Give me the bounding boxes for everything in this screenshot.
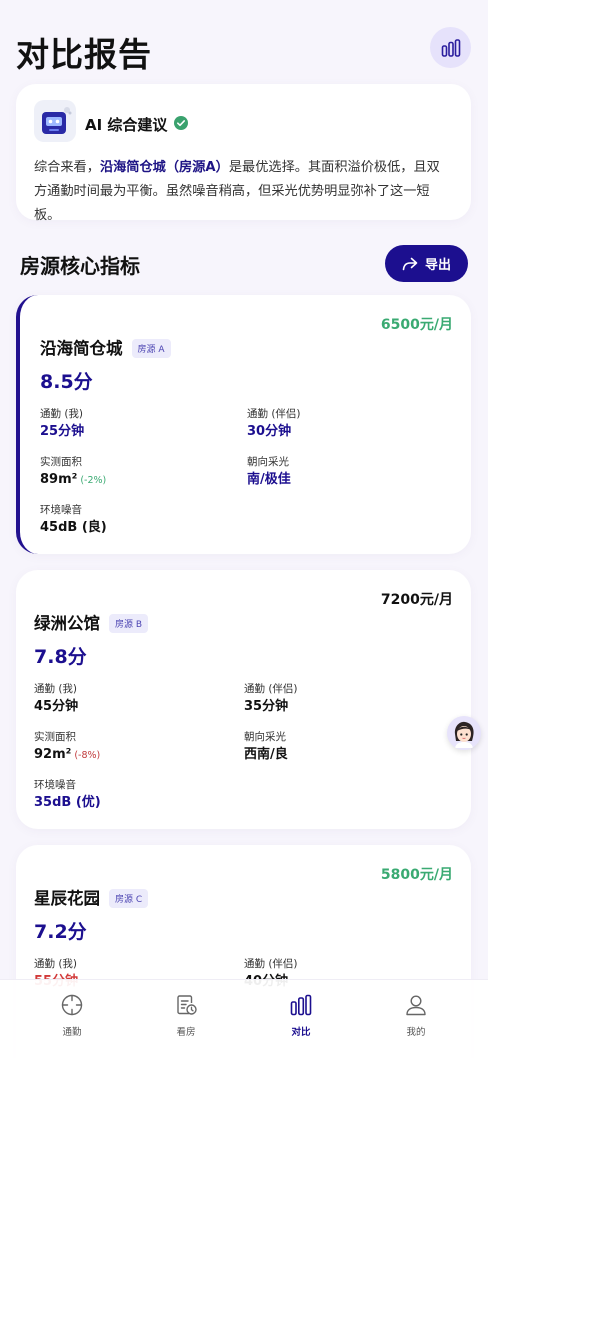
- bar-chart-icon: [290, 994, 312, 1016]
- metric-commute-partner: 通勤 (伴侣) 30分钟: [247, 407, 301, 441]
- listing-card-b[interactable]: 7200元/月 绿洲公馆 房源 B 7.8分 通勤 (我) 45分钟 通勤 (伴侣…: [16, 570, 471, 829]
- metric-area: 实测面积 89m² (-2%): [40, 455, 106, 490]
- metric-label: 环境噪音: [40, 504, 82, 516]
- listing-name: 沿海简仓城 房源 A: [40, 335, 171, 359]
- area-note: (-8%): [74, 750, 101, 761]
- listing-score: 7.2分: [34, 921, 87, 943]
- nav-item-compare[interactable]: 对比: [261, 992, 341, 1038]
- chart-view-button[interactable]: [430, 27, 471, 68]
- listing-tag: 房源 B: [109, 614, 149, 633]
- metric-light: 朝向采光 西南/良: [244, 730, 288, 764]
- metric-commute-me: 通勤 (我) 25分钟: [40, 407, 84, 441]
- nav-item-viewing[interactable]: 看房: [146, 992, 226, 1038]
- listing-price: 6500元/月: [380, 317, 453, 333]
- listing-price: 5800元/月: [380, 867, 453, 883]
- listing-name-text: 沿海简仓城: [40, 339, 123, 358]
- area-value: 89m²: [40, 472, 78, 487]
- nav-label: 通勤: [62, 1027, 82, 1038]
- crosshair-icon: [61, 994, 83, 1016]
- listing-name-text: 星辰花园: [34, 889, 100, 908]
- section-title: 房源核心指标: [20, 254, 140, 278]
- metric-value: 89m² (-2%): [40, 470, 106, 490]
- listing-score: 7.8分: [34, 646, 87, 668]
- metric-label: 朝向采光: [247, 456, 289, 468]
- share-icon: [402, 257, 418, 270]
- metric-value: 西南/良: [244, 747, 288, 762]
- listing-price: 7200元/月: [380, 592, 453, 608]
- phone-screen: 对比报告 AI 综合建议 综合来看，沿海简仓城（房源A）是最优选择。其面积溢价极: [0, 0, 488, 1058]
- metric-noise: 环境噪音 35dB (优): [34, 778, 101, 812]
- metric-value: 92m² (-8%): [34, 745, 100, 765]
- assistant-avatar-icon: [454, 721, 474, 748]
- listing-tag: 房源 A: [131, 339, 171, 358]
- metric-label: 通勤 (伴侣): [244, 958, 298, 970]
- nav-label: 我的: [406, 1027, 426, 1038]
- listing-tag: 房源 C: [109, 889, 149, 908]
- metric-value: 35dB (优): [34, 795, 101, 810]
- verified-check-icon: [174, 116, 188, 130]
- user-icon: [406, 995, 426, 1016]
- nav-item-profile[interactable]: 我的: [376, 992, 456, 1038]
- export-button-label: 导出: [424, 258, 451, 273]
- ai-suggestion-text: 综合来看，沿海简仓城（房源A）是最优选择。其面积溢价极低，且双方通勤时间最为平衡…: [34, 156, 452, 228]
- listing-name: 星辰花园 房源 C: [34, 885, 149, 909]
- metric-commute-me: 通勤 (我) 45分钟: [34, 682, 78, 716]
- export-button[interactable]: 导出: [385, 245, 468, 282]
- metric-label: 通勤 (伴侣): [244, 683, 298, 695]
- robot-icon: [42, 107, 72, 134]
- area-note: (-2%): [80, 475, 107, 486]
- metric-commute-partner: 通勤 (伴侣) 35分钟: [244, 682, 298, 716]
- bottom-nav: 通勤 看房 对比 我的: [0, 979, 488, 1058]
- metric-label: 实测面积: [40, 456, 82, 468]
- metric-value: 南/极佳: [247, 472, 291, 487]
- ai-suggestion-title: AI 综合建议: [85, 116, 168, 134]
- listing-name-text: 绿洲公馆: [34, 614, 100, 633]
- ai-robot-avatar: [34, 100, 76, 142]
- metric-value: 35分钟: [244, 699, 289, 714]
- metric-label: 环境噪音: [34, 779, 76, 791]
- metric-label: 实测面积: [34, 731, 76, 743]
- metric-value: 45分钟: [34, 699, 79, 714]
- metric-noise: 环境噪音 45dB (良): [40, 503, 107, 537]
- ai-summary-highlight: 沿海简仓城（房源A）: [99, 160, 229, 175]
- metric-label: 通勤 (我): [34, 683, 78, 695]
- listing-score: 8.5分: [40, 371, 93, 393]
- area-value: 92m²: [34, 747, 72, 762]
- document-clock-icon: [177, 995, 197, 1015]
- ai-suggestion-card: AI 综合建议 综合来看，沿海简仓城（房源A）是最优选择。其面积溢价极低，且双方…: [16, 84, 471, 223]
- metric-label: 通勤 (我): [40, 408, 84, 420]
- nav-item-commute[interactable]: 通勤: [32, 992, 112, 1038]
- metric-value: 45dB (良): [40, 520, 107, 535]
- metric-label: 朝向采光: [244, 731, 286, 743]
- metric-value: 25分钟: [40, 424, 85, 439]
- listing-name: 绿洲公馆 房源 B: [34, 610, 149, 634]
- metric-label: 通勤 (我): [34, 958, 78, 970]
- nav-label: 看房: [176, 1027, 196, 1038]
- listing-card-a[interactable]: 6500元/月 沿海简仓城 房源 A 8.5分 通勤 (我) 25分钟 通勤 (伴…: [16, 295, 471, 554]
- bar-chart-icon: [441, 38, 460, 57]
- metric-label: 通勤 (伴侣): [247, 408, 301, 420]
- nav-label: 对比: [291, 1027, 311, 1038]
- ai-summary-pre: 综合来看，: [34, 160, 100, 175]
- metric-light: 朝向采光 南/极佳: [247, 455, 291, 489]
- assistant-avatar-button[interactable]: [447, 716, 481, 750]
- metric-area: 实测面积 92m² (-8%): [34, 730, 100, 765]
- page-title: 对比报告: [16, 35, 152, 74]
- metric-value: 30分钟: [247, 424, 292, 439]
